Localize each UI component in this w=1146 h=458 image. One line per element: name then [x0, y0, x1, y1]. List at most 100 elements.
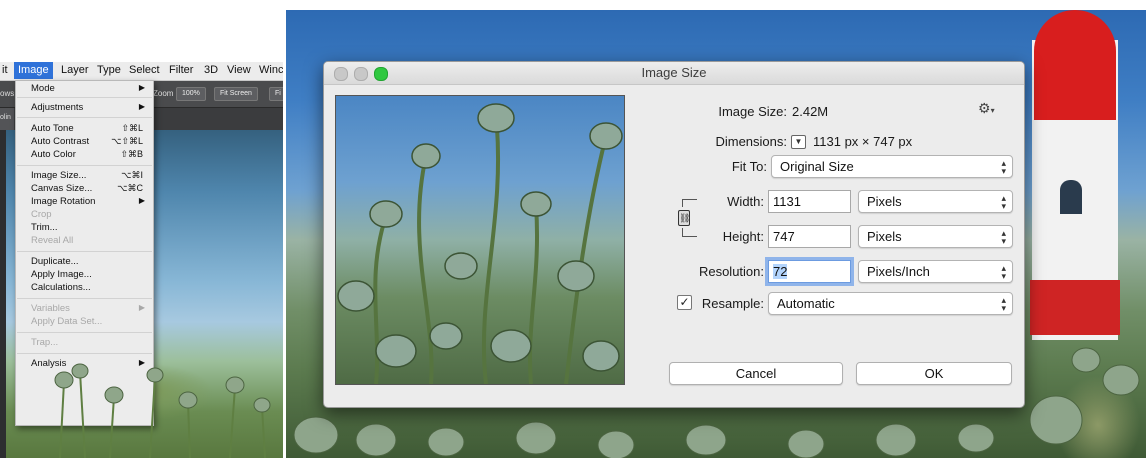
menu-item-label: Mode [31, 83, 55, 94]
cancel-button[interactable]: Cancel [669, 362, 843, 385]
menu-image[interactable]: Image [14, 62, 53, 79]
resolution-value: 72 [773, 264, 788, 279]
select-stepper-icon: ▴ ▾ [1001, 295, 1006, 313]
select-stepper-icon: ▴ ▾ [1001, 193, 1006, 211]
lighthouse-window [1060, 180, 1082, 214]
width-unit-select[interactable]: Pixels ▴ ▾ [858, 190, 1013, 213]
dimensions-value: 1131 px × 747 px [813, 134, 913, 149]
image-size-dialog: Image Size Image Size: 2.42M ⚙▾ Dimensio… [323, 61, 1025, 408]
menu-select[interactable]: Select [129, 64, 160, 76]
menu-item-shortcut: ⌥⌘C [117, 183, 143, 193]
width-input[interactable]: 1131 [768, 190, 851, 213]
menu-item-label: Variables [31, 303, 70, 314]
menu-filter[interactable]: Filter [169, 64, 193, 76]
fit-to-value: Original Size [780, 159, 854, 174]
zoom-label: Zoom [153, 89, 174, 98]
menu-item-auto-tone[interactable]: Auto Tone ⇧⌘L [16, 123, 153, 136]
width-label: Width: [727, 194, 764, 209]
menu-3d[interactable]: 3D [204, 64, 218, 76]
dimensions-label: Dimensions: [715, 134, 787, 149]
menu-item-label: Auto Color [31, 149, 76, 160]
document-tab-label: olin [0, 114, 11, 121]
lighthouse-lantern [1034, 10, 1116, 120]
dialog-titlebar[interactable]: Image Size [324, 62, 1024, 85]
fit-screen-button[interactable]: Fit Screen [214, 87, 258, 101]
menu-separator [17, 332, 152, 333]
menu-edit-stub[interactable]: it [2, 64, 8, 76]
resolution-unit-value: Pixels/Inch [867, 264, 930, 279]
fill-screen-button[interactable]: Fi [269, 87, 283, 101]
constrain-proportions-link-icon[interactable]: ⛓ [678, 210, 690, 226]
image-preview[interactable] [335, 95, 625, 385]
resolution-label: Resolution: [698, 264, 764, 279]
menu-item-reveal-all: Reveal All [16, 235, 153, 248]
menu-item-image-size[interactable]: Image Size... ⌥⌘I [16, 170, 153, 183]
preview-photo [337, 103, 623, 384]
width-unit-value: Pixels [867, 194, 902, 209]
resolution-unit-select[interactable]: Pixels/Inch ▴ ▾ [858, 260, 1013, 283]
select-stepper-icon: ▴ ▾ [1001, 228, 1006, 246]
menu-separator [17, 298, 152, 299]
menu-item-label: Image Size... [31, 170, 87, 181]
menu-item-trim[interactable]: Trim... [16, 222, 153, 235]
menu-item-label: Canvas Size... [31, 183, 93, 194]
menu-separator [17, 97, 152, 98]
menu-item-image-rotation[interactable]: Image Rotation ▶ [16, 196, 153, 209]
menu-separator [17, 117, 152, 118]
menu-type[interactable]: Type [97, 64, 121, 76]
menu-item-apply-image[interactable]: Apply Image... [16, 269, 153, 282]
image-size-label: Image Size: [718, 104, 787, 119]
menu-item-label: Reveal All [31, 235, 74, 246]
menu-item-auto-color[interactable]: Auto Color ⇧⌘B [16, 149, 153, 162]
document-tab[interactable]: olin [0, 108, 14, 130]
menu-item-label: Trim... [31, 222, 58, 233]
menu-item-duplicate[interactable]: Duplicate... [16, 256, 153, 269]
menu-item-label: Calculations... [31, 282, 91, 293]
zoom-100-button[interactable]: 100% [176, 87, 206, 101]
menu-item-label: Adjustments [31, 102, 84, 113]
menu-item-trap: Trap... [16, 337, 153, 350]
resample-label: Resample: [701, 296, 764, 311]
submenu-arrow-icon: ▶ [138, 196, 145, 205]
resample-value: Automatic [777, 296, 835, 311]
menu-item-label: Crop [31, 209, 52, 220]
submenu-arrow-icon: ▶ [138, 83, 145, 92]
options-left-stub: ows [0, 89, 15, 98]
desktop-background: Image Size Image Size: 2.42M ⚙▾ Dimensio… [286, 10, 1146, 458]
submenu-arrow-icon: ▶ [138, 102, 145, 111]
poppy-field-decoration [54, 363, 271, 458]
menu-item-label: Trap... [31, 337, 59, 348]
menu-item-auto-contrast[interactable]: Auto Contrast ⌥⇧⌘L [16, 136, 153, 149]
image-size-value: 2.42M [792, 104, 829, 119]
resolution-input[interactable]: 72 [768, 260, 851, 283]
height-unit-select[interactable]: Pixels ▴ ▾ [858, 225, 1013, 248]
dimensions-units-dropdown-icon[interactable]: ▼ [791, 135, 806, 149]
menu-item-adjustments[interactable]: Adjustments ▶ [16, 102, 153, 115]
height-label: Height: [722, 229, 764, 244]
fit-to-label: Fit To: [731, 159, 767, 174]
menu-view[interactable]: View [227, 64, 251, 76]
menu-layer[interactable]: Layer [61, 64, 89, 76]
menu-item-canvas-size[interactable]: Canvas Size... ⌥⌘C [16, 183, 153, 196]
height-input[interactable]: 747 [768, 225, 851, 248]
menu-item-calculations[interactable]: Calculations... [16, 282, 153, 295]
select-stepper-icon: ▴ ▾ [1001, 263, 1006, 281]
dialog-title: Image Size [641, 65, 707, 80]
menu-item-label: Auto Tone [31, 123, 74, 134]
resample-select[interactable]: Automatic ▴ ▾ [768, 292, 1013, 315]
submenu-arrow-icon: ▶ [138, 303, 145, 312]
menu-item-shortcut: ⌥⌘I [121, 170, 143, 180]
menu-item-mode[interactable]: Mode ▶ [16, 83, 153, 96]
menu-window-stub[interactable]: Winc [259, 64, 283, 76]
select-stepper-icon: ▴ ▾ [1001, 158, 1006, 176]
menu-separator [17, 353, 152, 354]
lighthouse-band [1030, 280, 1120, 335]
menu-bar: it Image Layer Type Select Filter 3D Vie… [0, 62, 283, 81]
gear-icon[interactable]: ⚙▾ [978, 100, 995, 117]
photoshop-window: it Image Layer Type Select Filter 3D Vie… [0, 62, 283, 458]
tools-panel-edge [0, 130, 6, 458]
ok-button[interactable]: OK [856, 362, 1012, 385]
menu-item-crop: Crop [16, 209, 153, 222]
fit-to-select[interactable]: Original Size ▴ ▾ [771, 155, 1013, 178]
menu-item-variables: Variables ▶ [16, 303, 153, 316]
